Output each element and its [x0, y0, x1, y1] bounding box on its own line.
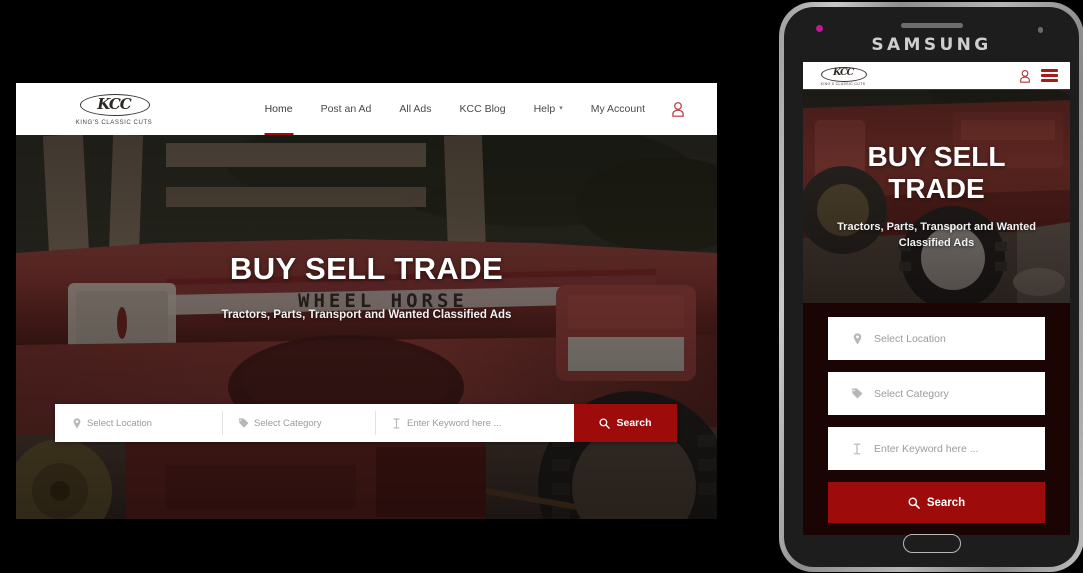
chevron-down-icon: ▾: [559, 105, 563, 112]
logo-wordmark: KING'S CLASSIC CUTS: [75, 118, 153, 127]
mobile-search-location-field[interactable]: Select Location: [828, 317, 1045, 360]
phone-home-button[interactable]: [902, 534, 961, 553]
mobile-search-keyword-placeholder: Enter Keyword here ...: [874, 442, 979, 455]
search-location-placeholder: Select Location: [87, 417, 152, 429]
search-button-label: Search: [616, 417, 652, 429]
desktop-mockup: KCC KING'S CLASSIC CUTS Home Post an Ad …: [16, 83, 717, 519]
tag-icon: [236, 418, 251, 428]
search-category-placeholder: Select Category: [254, 417, 322, 429]
nav-item-home[interactable]: Home: [251, 83, 307, 135]
search-location-field[interactable]: Select Location: [55, 404, 222, 442]
mobile-search-category-field[interactable]: Select Category: [828, 372, 1045, 415]
hero-title: BUY SELL TRADE: [229, 251, 504, 286]
search-keyword-placeholder: Enter Keyword here ...: [407, 417, 502, 429]
text-cursor-icon: [389, 418, 404, 429]
user-icon[interactable]: [671, 101, 685, 117]
mobile-hero-title: BUY SELL TRADE: [868, 141, 1006, 204]
nav-label: All Ads: [399, 103, 432, 115]
phone-screen: KCC KING'S CLASSIC CUTS BUY SELL TRADE T…: [803, 62, 1070, 535]
search-icon: [599, 417, 611, 429]
mobile-hero-content: BUY SELL TRADE Tractors, Parts, Transpor…: [803, 90, 1070, 303]
nav-label: KCC Blog: [459, 103, 506, 115]
hero-content: BUY SELL TRADE Tractors, Parts, Transpor…: [16, 135, 717, 519]
map-pin-icon: [848, 332, 866, 345]
site-logo[interactable]: KCC KING'S CLASSIC CUTS: [68, 92, 160, 126]
mobile-search-button-label: Search: [926, 496, 966, 509]
desktop-hero: WHEEL HORSE: [16, 135, 717, 519]
logo-monogram: KCC: [97, 94, 132, 113]
mobile-hero-title-line2: TRADE: [888, 172, 985, 204]
search-icon: [908, 496, 920, 509]
nav-label: Home: [264, 103, 293, 115]
search-submit-button[interactable]: Search: [574, 404, 677, 442]
mobile-site-header: KCC KING'S CLASSIC CUTS: [803, 62, 1070, 90]
mobile-hero: BUY SELL TRADE Tractors, Parts, Transpor…: [803, 90, 1070, 303]
search-category-field[interactable]: Select Category: [222, 404, 375, 442]
desktop-main-nav: Home Post an Ad All Ads KCC Blog Help ▾ …: [251, 83, 687, 135]
desktop-search-bar: Select Location Select Category Enter Ke…: [55, 404, 677, 442]
logo-oval-frame: KCC: [80, 92, 150, 116]
map-pin-icon: [69, 417, 84, 429]
nav-label: My Account: [590, 103, 645, 115]
mobile-search-submit-button[interactable]: Search: [828, 482, 1045, 523]
hero-subtitle: Tractors, Parts, Transport and Wanted Cl…: [221, 309, 512, 321]
mobile-header-actions: [1019, 69, 1058, 83]
phone-brand-label: SAMSUNG: [871, 35, 992, 55]
nav-item-help[interactable]: Help ▾: [520, 83, 577, 135]
mobile-search-form: Select Location Select Category Enter Ke…: [803, 303, 1070, 523]
phone-mockup: SAMSUNG KCC KING'S CLASSIC CUTS BUY SELL…: [779, 2, 1083, 572]
mobile-search-location-placeholder: Select Location: [874, 332, 946, 345]
user-icon[interactable]: [1019, 69, 1031, 83]
hamburger-menu-icon[interactable]: [1041, 69, 1058, 82]
nav-label: Post an Ad: [320, 103, 372, 115]
mobile-hero-title-line1: BUY SELL: [867, 141, 1006, 173]
mobile-search-category-placeholder: Select Category: [874, 387, 949, 400]
search-keyword-field[interactable]: Enter Keyword here ...: [375, 404, 574, 442]
logo-oval-frame: KCC: [821, 66, 867, 82]
tag-icon: [848, 388, 866, 399]
front-camera-icon: [816, 25, 823, 32]
screenshot-stage: KCC KING'S CLASSIC CUTS Home Post an Ad …: [0, 0, 1083, 573]
earpiece-speaker: [900, 23, 963, 28]
nav-item-kcc-blog[interactable]: KCC Blog: [445, 83, 519, 135]
nav-item-all-ads[interactable]: All Ads: [385, 83, 445, 135]
nav-item-my-account[interactable]: My Account: [577, 83, 659, 135]
mobile-hero-subtitle: Tractors, Parts, Transport and Wanted Cl…: [837, 220, 1036, 249]
nav-label: Help: [533, 103, 556, 115]
proximity-sensor-icon: [1037, 27, 1043, 33]
text-cursor-icon: [848, 443, 866, 455]
nav-item-post-an-ad[interactable]: Post an Ad: [307, 83, 386, 135]
logo-monogram: KCC: [832, 67, 854, 79]
phone-body: SAMSUNG KCC KING'S CLASSIC CUTS BUY SELL…: [784, 7, 1079, 567]
mobile-site-logo[interactable]: KCC KING'S CLASSIC CUTS: [813, 66, 873, 86]
desktop-site-header: KCC KING'S CLASSIC CUTS Home Post an Ad …: [16, 83, 717, 135]
mobile-search-keyword-field[interactable]: Enter Keyword here ...: [828, 427, 1045, 470]
logo-wordmark: KING'S CLASSIC CUTS: [820, 81, 866, 86]
